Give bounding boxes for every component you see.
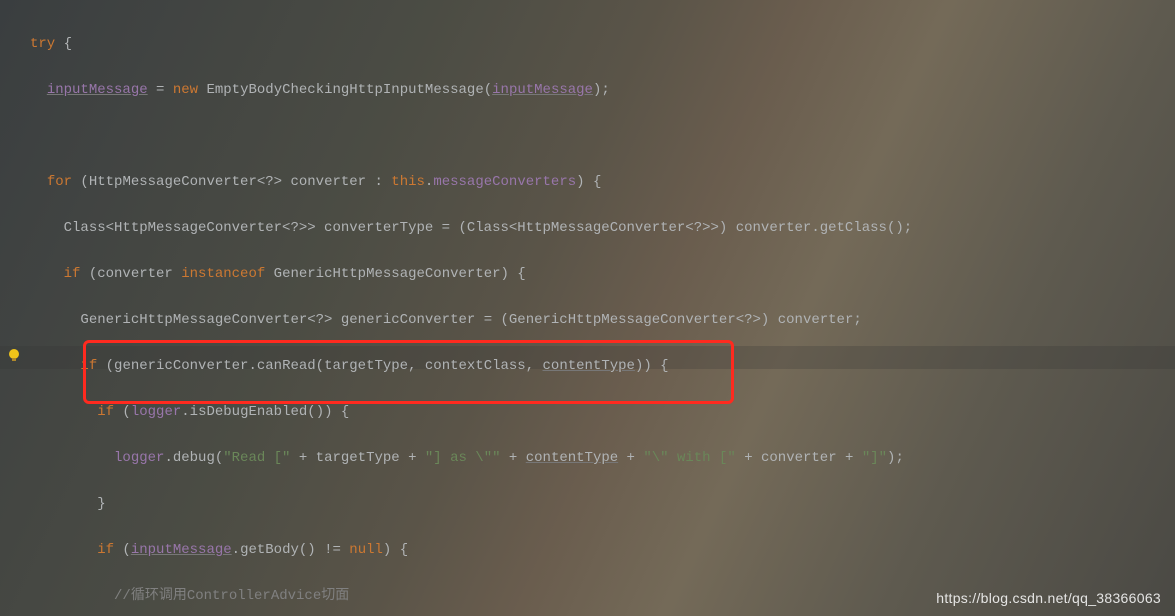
- text: + converter +: [736, 450, 862, 466]
- keyword-for: for: [47, 174, 72, 190]
- code-editor[interactable]: try { inputMessage = new EmptyBodyChecki…: [0, 0, 1175, 616]
- var-contentType: contentType: [526, 450, 618, 466]
- string-literal: "] as \"": [425, 450, 501, 466]
- brace: }: [97, 496, 105, 512]
- field-logger: logger: [131, 404, 181, 420]
- field-logger: logger: [114, 450, 164, 466]
- var-inputMessage: inputMessage: [47, 82, 148, 98]
- keyword-if: if: [97, 404, 114, 420]
- text: );: [593, 82, 610, 98]
- keyword-if: if: [64, 266, 81, 282]
- text: + targetType +: [290, 450, 424, 466]
- watermark-text: https://blog.csdn.net/qq_38366063: [936, 590, 1161, 606]
- keyword-this: this: [391, 174, 425, 190]
- comment: //循环调用ControllerAdvice切面: [114, 588, 349, 604]
- text: )) {: [635, 358, 669, 374]
- text: +: [501, 450, 526, 466]
- string-literal: "\" with [": [643, 450, 735, 466]
- text: (converter: [80, 266, 181, 282]
- keyword-try: try: [30, 36, 55, 52]
- string-literal: "]": [862, 450, 887, 466]
- var-contentType: contentType: [543, 358, 635, 374]
- text: ) {: [383, 542, 408, 558]
- var-inputMessage: inputMessage: [492, 82, 593, 98]
- text: ) {: [576, 174, 601, 190]
- text: .debug(: [164, 450, 223, 466]
- keyword-if: if: [97, 542, 114, 558]
- keyword-null: null: [349, 542, 383, 558]
- keyword-new: new: [173, 82, 198, 98]
- text: GenericHttpMessageConverter) {: [265, 266, 525, 282]
- text: =: [148, 82, 173, 98]
- text: +: [618, 450, 643, 466]
- code-line: Class<HttpMessageConverter<?>> converter…: [64, 220, 913, 236]
- text: (: [114, 542, 131, 558]
- text: EmptyBodyCheckingHttpInputMessage(: [198, 82, 492, 98]
- text: (HttpMessageConverter<?> converter :: [72, 174, 391, 190]
- code-line: GenericHttpMessageConverter<?> genericCo…: [80, 312, 861, 328]
- text: (genericConverter.canRead(targetType, co…: [97, 358, 542, 374]
- string-literal: "Read [": [223, 450, 290, 466]
- text: {: [55, 36, 72, 52]
- var-inputMessage: inputMessage: [131, 542, 232, 558]
- keyword-if: if: [80, 358, 97, 374]
- text: .getBody() !=: [232, 542, 350, 558]
- text: (: [114, 404, 131, 420]
- text: .isDebugEnabled()) {: [181, 404, 349, 420]
- field-messageConverters: messageConverters: [433, 174, 576, 190]
- text: );: [887, 450, 904, 466]
- keyword-instanceof: instanceof: [181, 266, 265, 282]
